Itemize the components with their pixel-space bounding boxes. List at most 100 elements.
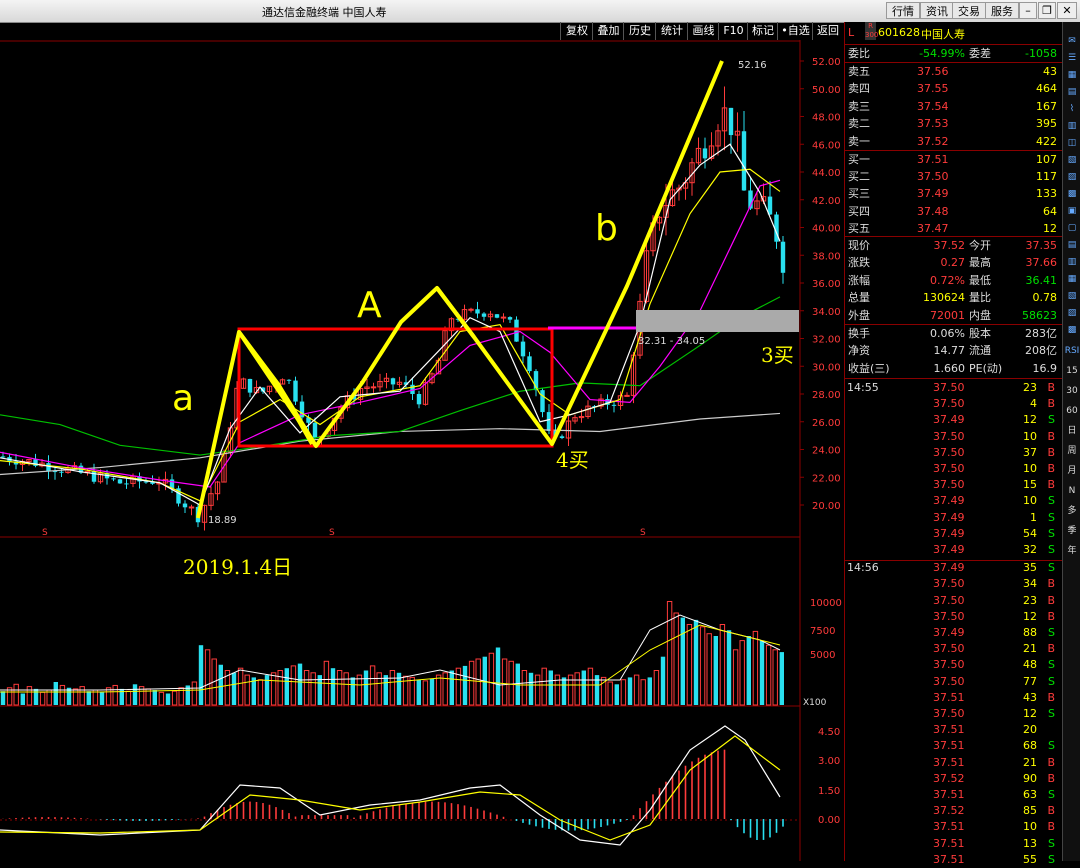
candle-body — [475, 309, 480, 314]
menu-trade[interactable]: 交易 — [952, 2, 986, 19]
volume-bar — [429, 678, 435, 705]
volume-bar — [310, 672, 316, 706]
sidebar-period-5[interactable]: 周 — [1064, 444, 1080, 458]
toolbar-history[interactable]: 历史 — [623, 22, 656, 40]
tick-row: 37.50 37 B — [933, 445, 1055, 459]
price-axis-label: 46.00 — [812, 140, 841, 151]
sell-row: 卖二 37.53 395 — [848, 117, 1057, 131]
menu-news[interactable]: 资讯 — [920, 2, 954, 19]
sidebar-tool-icon[interactable]: ◫ — [1064, 136, 1080, 150]
close-icon[interactable]: ✕ — [1057, 2, 1077, 19]
stat-row: 外盘 72001 内盘 58623 — [848, 308, 1057, 322]
sidebar-tool-icon[interactable]: ▤ — [1064, 85, 1080, 99]
wave-label-a: a — [172, 378, 194, 419]
high-marker: 52.16 — [738, 60, 767, 71]
volume-bar — [746, 636, 751, 705]
volume-bar — [59, 684, 66, 706]
volume-bar — [33, 688, 39, 705]
volume-bar — [112, 684, 118, 706]
tick-row: 37.50 10 B — [933, 462, 1055, 475]
volume-bar — [350, 677, 355, 705]
sidebar-tool-icon[interactable]: ▢ — [1064, 221, 1080, 235]
volume-bar — [409, 676, 415, 706]
toolbar-back[interactable]: 返回 — [812, 22, 843, 40]
sidebar-tool-icon[interactable]: ▤ — [1064, 238, 1080, 252]
sidebar-tool-icon[interactable]: ▦ — [1064, 68, 1080, 82]
minimize-icon[interactable]: – — [1019, 2, 1037, 19]
toolbar-f10[interactable]: F10 — [718, 22, 748, 40]
volume-bar — [53, 682, 58, 705]
signal-marker: S — [329, 528, 335, 538]
candle-body — [514, 319, 519, 342]
tick-row: 37.51 68 S — [933, 739, 1055, 753]
macd-axis-label: 4.50 — [818, 727, 840, 738]
sidebar-tool-icon[interactable]: ▧ — [1064, 153, 1080, 167]
volume-bar — [699, 626, 706, 706]
volume-bar — [303, 670, 310, 706]
sidebar-period-2[interactable]: 30 — [1064, 384, 1080, 398]
candle-body — [59, 471, 64, 473]
sidebar-tool-icon[interactable]: ▥ — [1064, 255, 1080, 269]
menu-service[interactable]: 服务 — [985, 2, 1019, 19]
r-icon[interactable]: R 300 — [865, 22, 878, 40]
sidebar-tool-icon[interactable]: ▣ — [1064, 204, 1080, 218]
volume-bar — [719, 624, 726, 706]
volume-bar — [759, 640, 765, 705]
sidebar-period-4[interactable]: 日 — [1064, 424, 1080, 438]
toolbar-overlay[interactable]: 叠加 — [592, 22, 624, 40]
toolbar-draw[interactable]: 画线 — [687, 22, 719, 40]
sidebar-period-7[interactable]: N — [1064, 484, 1080, 498]
volume-bar — [726, 630, 732, 705]
tick-row: 37.51 55 S — [933, 852, 1055, 866]
sidebar-tool-icon[interactable]: ⌇ — [1064, 102, 1080, 116]
volume-bar — [686, 624, 693, 706]
stat-row: 涨幅 0.72% 最低 36.41 — [848, 273, 1057, 287]
tick-row: 37.49 10 S — [933, 494, 1055, 508]
volume-bar — [284, 668, 289, 705]
tick-row: 37.51 63 S — [933, 788, 1055, 801]
volume-bar — [614, 684, 619, 705]
volume-bar — [297, 663, 303, 705]
candle-body — [540, 390, 545, 413]
volume-bar — [772, 649, 778, 706]
price-axis-label: 34.00 — [812, 307, 841, 318]
price-axis-label: 50.00 — [812, 85, 841, 96]
sidebar-tool-icon[interactable]: ▧ — [1064, 289, 1080, 303]
tick-row: 37.51 20 — [933, 723, 1037, 737]
toolbar-statistics[interactable]: 统计 — [655, 22, 688, 40]
sidebar-tool-icon[interactable]: ▨ — [1064, 170, 1080, 184]
candle-body — [188, 506, 195, 509]
volume-bar — [706, 633, 712, 706]
candle-body — [494, 314, 500, 318]
tick-row: 37.51 13 S — [933, 836, 1055, 850]
wave-a-line — [196, 60, 724, 519]
toolbar-restore-rights[interactable]: 复权 — [560, 22, 593, 40]
tick-row: 37.50 10 B — [933, 429, 1055, 443]
tick-row: 37.50 4 B — [933, 397, 1055, 411]
menu-market[interactable]: 行情 — [886, 2, 920, 19]
sidebar-period-10[interactable]: 年 — [1064, 544, 1080, 558]
sidebar-period-9[interactable]: 季 — [1064, 524, 1080, 538]
tick-row: 37.50 34 B — [933, 577, 1055, 591]
sidebar-period-3[interactable]: 60 — [1064, 404, 1080, 418]
volume-bar — [343, 672, 349, 706]
volume-bar — [330, 668, 336, 705]
toolbar-watchlist[interactable]: •自选 — [777, 22, 813, 40]
volume-bar — [26, 686, 33, 706]
sidebar-period-0[interactable]: RSI — [1064, 344, 1080, 358]
sidebar-tool-icon[interactable]: ▩ — [1064, 323, 1080, 337]
kline-chart[interactable]: 52.00 50.00 48.00 46.00 44.00 42.00 40.00 38.00… — [0, 40, 844, 861]
sidebar-tool-icon[interactable]: ▨ — [1064, 306, 1080, 320]
restore-icon[interactable]: ❐ — [1038, 2, 1056, 19]
sidebar-tool-icon[interactable]: ▥ — [1064, 119, 1080, 133]
toolbar-mark[interactable]: 标记 — [747, 22, 778, 40]
sidebar-tool-icon[interactable]: ▦ — [1064, 272, 1080, 286]
sidebar-tool-icon[interactable]: ▩ — [1064, 187, 1080, 201]
sidebar-period-6[interactable]: 月 — [1064, 464, 1080, 478]
sidebar-tool-icon[interactable]: ✉ — [1064, 34, 1080, 48]
sidebar-tool-icon[interactable]: ☰ — [1064, 51, 1080, 65]
sidebar-period-8[interactable]: 多 — [1064, 504, 1080, 518]
volume-bar — [336, 670, 343, 706]
buy4-label: 4买 — [556, 448, 589, 472]
sidebar-period-1[interactable]: 15 — [1064, 364, 1080, 378]
